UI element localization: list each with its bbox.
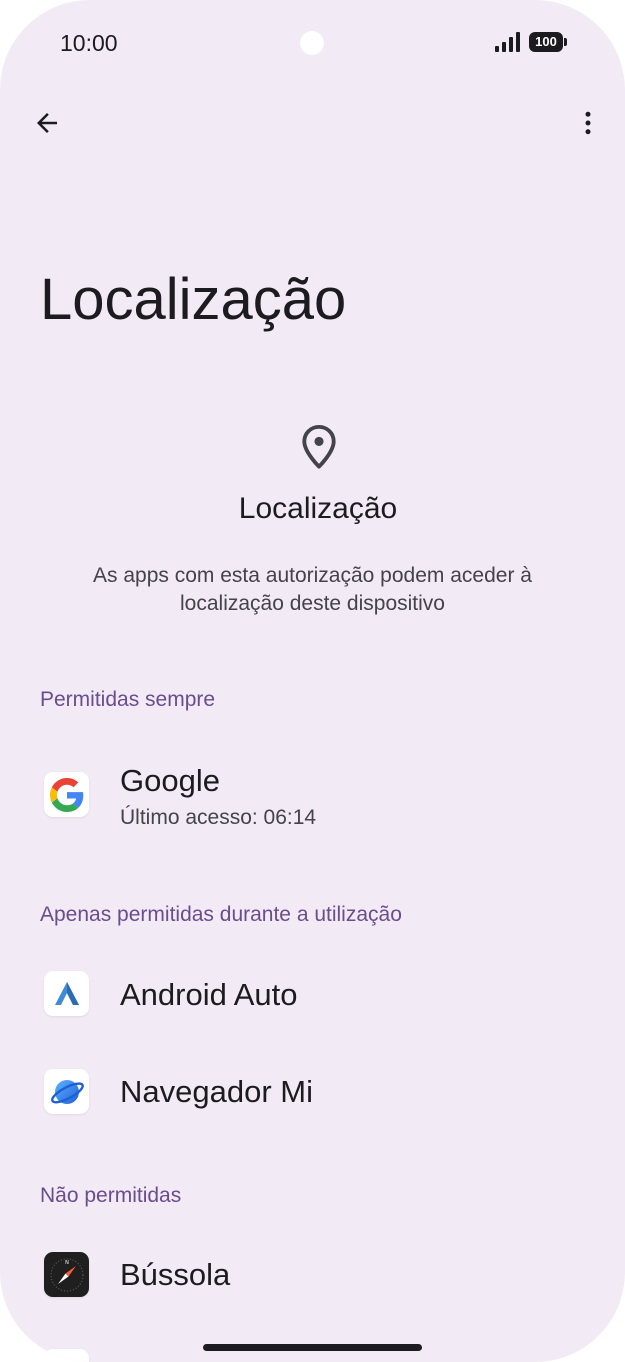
- mi-browser-icon: [44, 1069, 89, 1114]
- app-name: Navegador Mi: [120, 1074, 313, 1109]
- permission-description: As apps com esta autorização podem acede…: [93, 564, 532, 615]
- more-options-button[interactable]: [567, 102, 609, 144]
- arrow-back-icon: [37, 113, 57, 133]
- gesture-nav-handle[interactable]: [203, 1344, 422, 1351]
- signal-icon: [495, 32, 520, 52]
- app-name: Bússola: [120, 1257, 231, 1292]
- app-icon-partial: [44, 1349, 89, 1362]
- section-header-allowed-always: Permitidas sempre: [40, 688, 216, 711]
- status-time: 10:00: [60, 30, 118, 56]
- app-row-google[interactable]: Google Último acesso: 06:14: [0, 755, 625, 847]
- app-row-mi-browser[interactable]: Navegador Mi: [0, 1047, 625, 1137]
- app-name: Android Auto: [120, 977, 298, 1012]
- section-header-not-allowed: Não permitidas: [40, 1184, 182, 1207]
- svg-text:N: N: [65, 1260, 69, 1266]
- app-row-compass[interactable]: N Bússola: [0, 1231, 625, 1321]
- android-auto-icon: [44, 971, 89, 1016]
- section-header-allowed-while-in-use: Apenas permitidas durante a utilização: [40, 903, 402, 926]
- page-title: Localização: [40, 267, 347, 332]
- google-icon: [44, 772, 89, 817]
- phone-screen: 10:00 100 Localização Localização As app…: [0, 0, 625, 1362]
- battery-icon: 100: [529, 32, 563, 52]
- more-vert-icon: [585, 111, 591, 135]
- app-last-access: Último acesso: 06:14: [120, 806, 317, 829]
- back-button[interactable]: [26, 102, 68, 144]
- compass-icon: N: [44, 1252, 89, 1297]
- permission-title: Localização: [238, 492, 398, 525]
- app-name: Google: [120, 763, 220, 798]
- status-bar: 10:00 100: [0, 0, 625, 86]
- camera-cutout: [300, 31, 324, 55]
- battery-tip: [564, 38, 567, 46]
- battery-level: 100: [535, 34, 557, 49]
- location-pin-icon: [302, 424, 336, 469]
- app-row-android-auto[interactable]: Android Auto: [0, 950, 625, 1040]
